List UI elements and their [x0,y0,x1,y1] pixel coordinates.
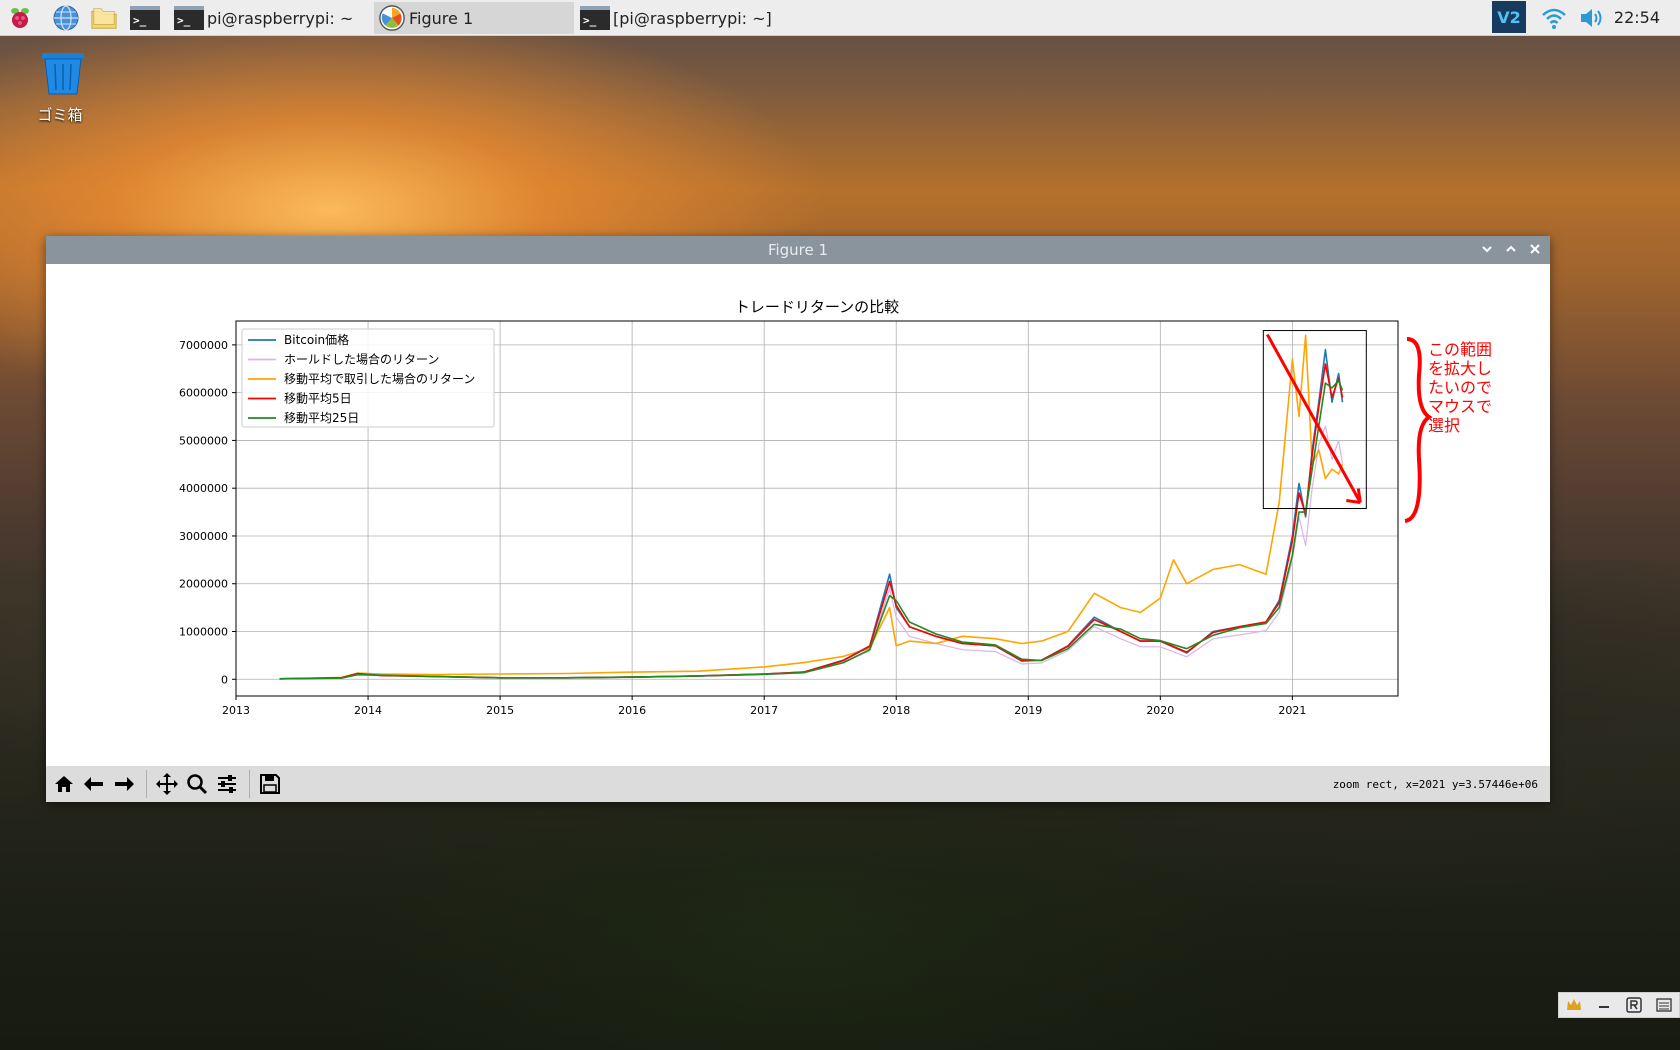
file-manager-button[interactable] [90,3,118,33]
y-tick-label: 4000000 [179,482,228,495]
r-mode-icon[interactable] [1625,996,1643,1014]
toolbar-separator [249,770,250,798]
y-tick-label: 3000000 [179,530,228,543]
chevron-down-icon [1482,246,1492,253]
series-line-1 [279,425,1344,680]
chevron-up-icon [1506,245,1516,252]
task-terminal-1[interactable]: >_ pi@raspberrypi: ~ [170,2,370,34]
magnifier-icon [187,774,208,795]
close-button[interactable] [1526,240,1544,258]
x-tick-label: 2021 [1278,704,1306,717]
floppy-disk-icon [260,774,280,794]
window-titlebar[interactable]: Figure 1 [46,236,1550,264]
trash-desktop-icon[interactable]: ゴミ箱 [37,50,88,125]
crown-icon[interactable] [1565,996,1583,1014]
arrow-right-icon [115,777,134,791]
move-icon [156,773,178,795]
zoom-button[interactable] [183,770,211,798]
vnc-tray-button[interactable]: V2 [1492,1,1526,33]
save-button[interactable] [256,770,284,798]
legend-entry: 移動平均で取引した場合のリターン [284,371,475,386]
legend-entry: ホールドした場合のリターン [284,352,439,367]
annotation-line: この範囲 [1428,340,1493,359]
annotation-text: この範囲 を拡大し たいので マウスで 選択 [1428,340,1492,435]
legend-entry: Bitcoin価格 [284,332,349,347]
arrow-left-icon [84,777,103,791]
back-button[interactable] [80,770,108,798]
x-tick-label: 2015 [486,704,514,717]
svg-text:V2: V2 [1497,8,1521,27]
task-label: Figure 1 [409,8,474,28]
task-terminal-2[interactable]: >_ [pi@raspberrypi: ~] [576,2,774,34]
legend-entry: 移動平均5日 [284,392,352,406]
annotation-line: マウスで [1428,397,1493,416]
matplotlib-icon [378,5,406,31]
y-tick-label: 0 [221,673,228,686]
x-tick-label: 2016 [618,704,646,717]
maximize-button[interactable] [1502,240,1520,258]
vnc-icon: V2 [1492,1,1526,33]
terminal-icon: >_ [174,6,204,30]
y-tick-label: 2000000 [179,578,228,591]
sliders-icon [218,775,236,793]
figure-window: Figure 1 トレードリターンの比較 2013 2014 2015 2016 2017… [46,236,1550,802]
annotation-line: を拡大し [1428,359,1493,378]
volume-tray-button[interactable] [1578,3,1606,33]
globe-icon [52,5,80,31]
terminal-launcher-button[interactable]: >_ [130,3,160,33]
terminal-icon: >_ [580,6,610,30]
forward-button[interactable] [110,770,138,798]
chart-canvas[interactable]: トレードリターンの比較 2013 2014 2015 2016 2017 2018 2019 2… [46,264,1550,766]
x-tick-label: 2020 [1146,704,1174,717]
pan-button[interactable] [153,770,181,798]
y-tick-label: 6000000 [179,387,228,400]
home-button[interactable] [50,770,78,798]
terminal-icon: >_ [130,6,160,30]
matplotlib-toolbar: zoom rect, x=2021 y=3.57446e+06 [46,766,1550,802]
annotation-line: 選択 [1428,416,1461,435]
legend-entry: 移動平均25日 [284,411,359,425]
y-tick-label: 7000000 [179,339,228,352]
minimize-button[interactable] [1478,240,1496,258]
annotation-line: たいので [1428,378,1493,397]
x-tick-label: 2018 [882,704,910,717]
close-icon [1530,244,1540,254]
cursor-status: zoom rect, x=2021 y=3.57446e+06 [1332,778,1538,791]
y-tick-label: 5000000 [179,434,228,447]
minus-icon[interactable] [1595,996,1613,1014]
y-tick-label: 1000000 [179,626,228,639]
keyboard-icon[interactable] [1655,996,1673,1014]
folder-icon [90,5,118,31]
task-label: [pi@raspberrypi: ~] [613,8,772,28]
trash-icon [42,53,84,95]
task-label: pi@raspberrypi: ~ [207,8,354,28]
chart-title: トレードリターンの比較 [735,298,899,316]
home-icon [55,776,73,792]
window-title: Figure 1 [767,241,829,259]
clock: 22:54 [1613,8,1660,27]
raspberry-menu-button[interactable] [6,3,34,33]
x-tick-label: 2014 [354,704,382,717]
speaker-icon [1581,9,1602,27]
trash-label: ゴミ箱 [37,106,83,124]
x-tick-label: 2017 [750,704,778,717]
toolbar-separator [146,770,147,798]
x-tick-label: 2013 [222,704,250,717]
wifi-tray-button[interactable] [1540,3,1568,33]
task-figure-1[interactable]: Figure 1 [374,2,574,34]
wifi-icon [1542,8,1566,29]
configure-subplots-button[interactable] [213,770,241,798]
taskbar: >_ >_ pi@raspberrypi: ~ Figure 1 >_ [pi@… [0,0,1680,36]
raspberry-icon [6,5,34,31]
ime-tray [1558,992,1680,1018]
x-tick-label: 2019 [1014,704,1042,717]
web-browser-button[interactable] [52,3,80,33]
